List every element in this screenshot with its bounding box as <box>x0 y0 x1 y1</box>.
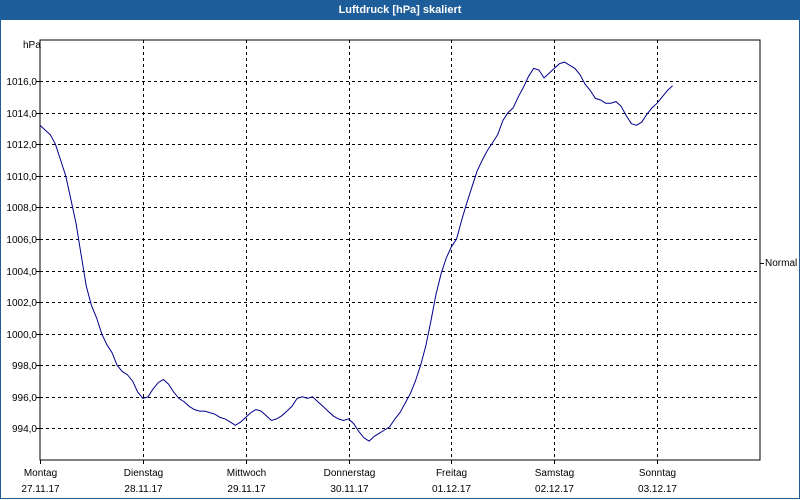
y-tick-label: 1008,0 <box>6 203 37 214</box>
pressure-chart: 994,0 996,0 998,0 1000,0 1002,0 1004,0 1006,0 1… <box>6 39 797 495</box>
y-axis-ticks: 994,0 996,0 998,0 1000,0 1002,0 1004,0 1006,0 1… <box>6 77 764 435</box>
x-tick-day-label: Sonntag <box>639 468 676 479</box>
y-tick-label: 1006,0 <box>6 235 37 246</box>
y-tick-label: 996,0 <box>12 393 37 404</box>
y-tick-label: 1012,0 <box>6 140 37 151</box>
y-tick-label: 1016,0 <box>6 77 37 88</box>
y-tick-label: 1000,0 <box>6 330 37 341</box>
x-tick-date-label: 29.11.17 <box>227 484 266 495</box>
x-axis-ticks: Montag 27.11.17 Dienstag 28.11.17 Mittwoch 29… <box>21 460 677 495</box>
x-tick-date-label: 01.12.17 <box>432 484 471 495</box>
x-tick-day-label: Montag <box>24 468 57 479</box>
x-tick-date-label: 03.12.17 <box>638 484 677 495</box>
y-tick-label: 1002,0 <box>6 298 37 309</box>
y-axis-label: hPa <box>23 40 41 51</box>
x-tick-date-label: 27.11.17 <box>21 484 60 495</box>
x-tick-day-label: Donnerstag <box>324 468 376 479</box>
x-tick-date-label: 02.12.17 <box>535 484 574 495</box>
y-tick-label: 994,0 <box>12 424 37 435</box>
x-tick-day-label: Freitag <box>436 468 467 479</box>
x-tick-date-label: 30.11.17 <box>330 484 369 495</box>
x-tick-date-label: 28.11.17 <box>124 484 163 495</box>
y-tick-label: 1014,0 <box>6 109 37 120</box>
x-tick-day-label: Dienstag <box>124 468 163 479</box>
y-tick-label: 1010,0 <box>6 172 37 183</box>
series-line-luftdruck <box>39 61 673 442</box>
y-tick-label: 1004,0 <box>6 267 37 278</box>
x-tick-day-label: Mittwoch <box>227 468 266 479</box>
y-tick-label: 998,0 <box>12 361 37 372</box>
x-tick-day-label: Samstag <box>535 468 574 479</box>
normal-label: Normal <box>765 258 797 269</box>
